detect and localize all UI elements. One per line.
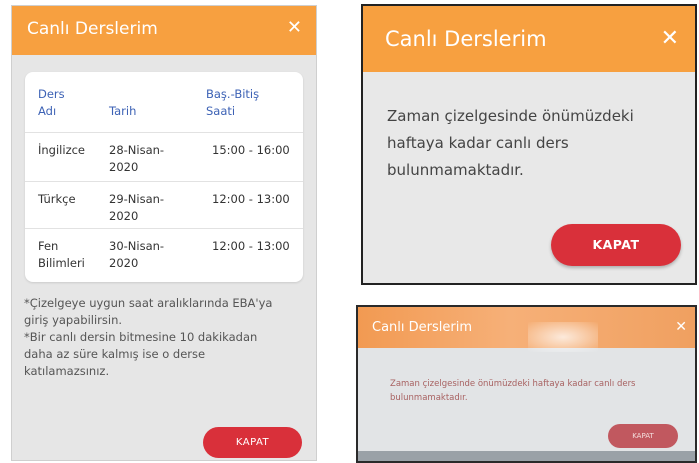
dialog-header: Canlı Derslerim ✕ xyxy=(363,6,695,72)
live-lessons-dialog-schedule: Canlı Derslerim ✕ Ders Adı Tarih Baş.-Bi… xyxy=(11,5,317,461)
cell-ders: İngilizce xyxy=(38,143,85,157)
close-icon[interactable]: ✕ xyxy=(287,17,302,38)
empty-schedule-message: Zaman çizelgesinde önümüzdeki haftaya ka… xyxy=(390,379,636,403)
table-row: İngilizce 28-Nisan- 2020 15:00 - 16:00 xyxy=(25,132,303,182)
header-saat: Baş.-Bitiş Saati xyxy=(206,87,260,118)
header-ders-adi: Ders Adı xyxy=(38,87,65,118)
dialog-title: Canlı Derslerim xyxy=(372,320,472,335)
empty-schedule-message: Zaman çizelgesinde önümüzdeki haftaya ka… xyxy=(387,107,634,179)
dialog-title: Canlı Derslerim xyxy=(27,19,158,39)
cell-tarih: 28-Nisan- 2020 xyxy=(109,143,165,174)
close-icon[interactable]: ✕ xyxy=(675,319,687,335)
close-button[interactable]: KAPAT xyxy=(551,224,681,266)
schedule-note-late-join: *Bir canlı dersin bitmesine 10 dakikadan… xyxy=(24,330,258,378)
dialog-header: Canlı Derslerim ✕ xyxy=(12,6,316,55)
table-row: Fen Bilimleri 30-Nisan- 2020 12:00 - 13:… xyxy=(25,228,303,282)
screen-bezel xyxy=(358,451,695,461)
schedule-table: Ders Adı Tarih Baş.-Bitiş Saati İngilizc… xyxy=(25,72,303,282)
cell-tarih: 29-Nisan- 2020 xyxy=(109,192,165,223)
cell-saat: 15:00 - 16:00 xyxy=(212,143,290,157)
cell-ders: Türkçe xyxy=(38,192,76,206)
schedule-note-eba: *Çizelgeye uygun saat aralıklarında EBA'… xyxy=(24,296,273,327)
cell-saat: 12:00 - 13:00 xyxy=(212,239,290,253)
dialog-header: Canlı Derslerim ✕ xyxy=(358,307,695,348)
dialog-title: Canlı Derslerim xyxy=(385,27,547,51)
cell-tarih: 30-Nisan- 2020 xyxy=(109,239,165,270)
close-icon[interactable]: ✕ xyxy=(661,26,679,51)
live-lessons-dialog-empty: Canlı Derslerim ✕ Zaman çizelgesinde önü… xyxy=(361,4,697,285)
cell-saat: 12:00 - 13:00 xyxy=(212,192,290,206)
cell-ders: Fen Bilimleri xyxy=(38,239,85,270)
table-row: Türkçe 29-Nisan- 2020 12:00 - 13:00 xyxy=(25,181,303,229)
close-button[interactable]: KAPAT xyxy=(203,427,302,458)
header-tarih: Tarih xyxy=(109,104,137,118)
live-lessons-dialog-photo: Canlı Derslerim ✕ Zaman çizelgesinde önü… xyxy=(356,305,697,463)
close-button[interactable]: KAPAT xyxy=(608,424,678,448)
screen-glare xyxy=(528,322,598,352)
table-header: Ders Adı Tarih Baş.-Bitiş Saati xyxy=(25,72,303,132)
